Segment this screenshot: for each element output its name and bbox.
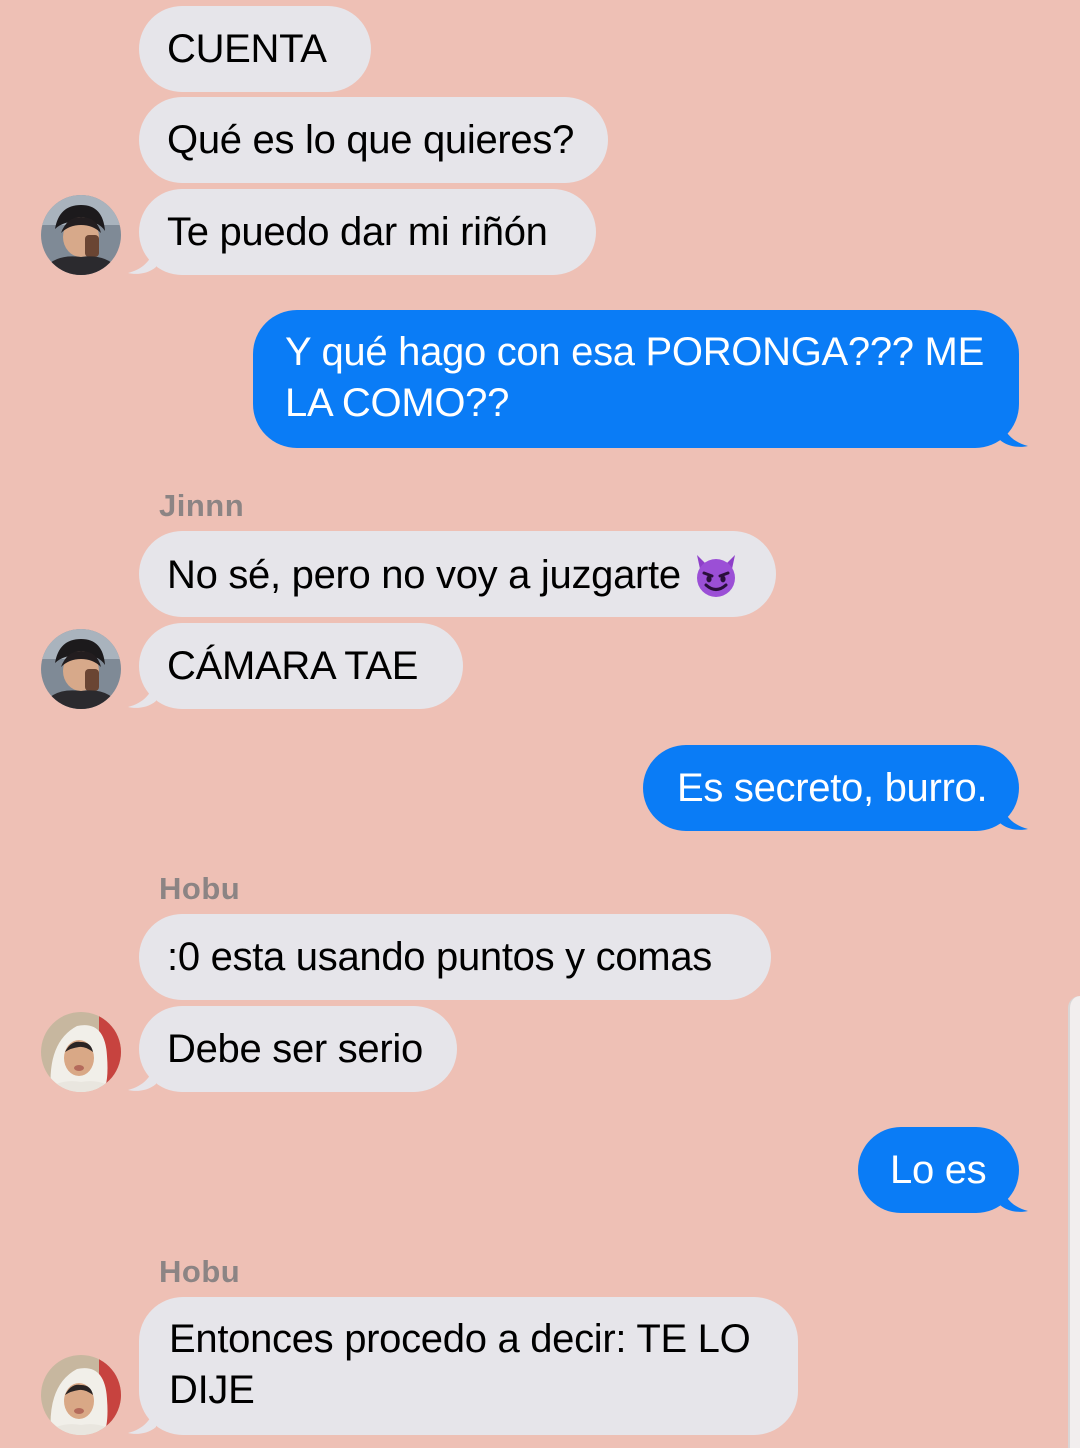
message-bubble-incoming[interactable]: Entonces procedo a decir: TE LO DIJE <box>139 1297 798 1435</box>
message-bubble-incoming[interactable]: CUENTA <box>139 6 371 92</box>
message-bubble-incoming[interactable]: CÁMARA TAE <box>139 623 463 709</box>
message-bubble-incoming[interactable]: Qué es lo que quieres? <box>139 97 608 183</box>
message-text: No sé, pero no voy a juzgarte <box>167 553 681 597</box>
message-bubble-incoming[interactable]: Te puedo dar mi riñón <box>139 189 596 275</box>
scrollbar-edge[interactable] <box>1068 996 1080 1448</box>
avatar-hobu[interactable] <box>41 1355 121 1435</box>
bubble-tail-incoming <box>128 1405 156 1434</box>
sender-name: Jinnn <box>159 488 245 523</box>
avatar-hobu[interactable] <box>41 1012 121 1092</box>
sender-name: Hobu <box>159 1254 241 1289</box>
message-bubble-incoming[interactable]: No sé, pero no voy a juzgarte <box>139 531 776 617</box>
avatar-jinnn[interactable] <box>41 629 121 709</box>
message-thread[interactable]: CUENTA Qué es lo que quieres? Te puedo d… <box>0 0 1080 1448</box>
bubble-tail-incoming <box>128 679 156 708</box>
message-bubble-incoming[interactable]: :0 esta usando puntos y comas <box>139 914 771 1000</box>
message-bubble-outgoing[interactable]: Es secreto, burro. <box>643 745 1019 831</box>
sender-name: Hobu <box>159 871 241 906</box>
message-bubble-outgoing[interactable]: Lo es <box>858 1127 1019 1213</box>
bubble-tail-outgoing <box>1000 418 1028 447</box>
bubble-tail-outgoing <box>1000 1183 1028 1212</box>
message-bubble-incoming[interactable]: Debe ser serio <box>139 1006 457 1092</box>
bubble-tail-incoming <box>128 245 156 274</box>
bubble-tail-incoming <box>128 1062 156 1091</box>
bubble-tail-outgoing <box>1000 801 1028 830</box>
smiling-devil-emoji <box>691 549 741 599</box>
message-bubble-outgoing[interactable]: Y qué hago con esa PORONGA??? ME LA COMO… <box>253 310 1019 448</box>
avatar-jinnn[interactable] <box>41 195 121 275</box>
